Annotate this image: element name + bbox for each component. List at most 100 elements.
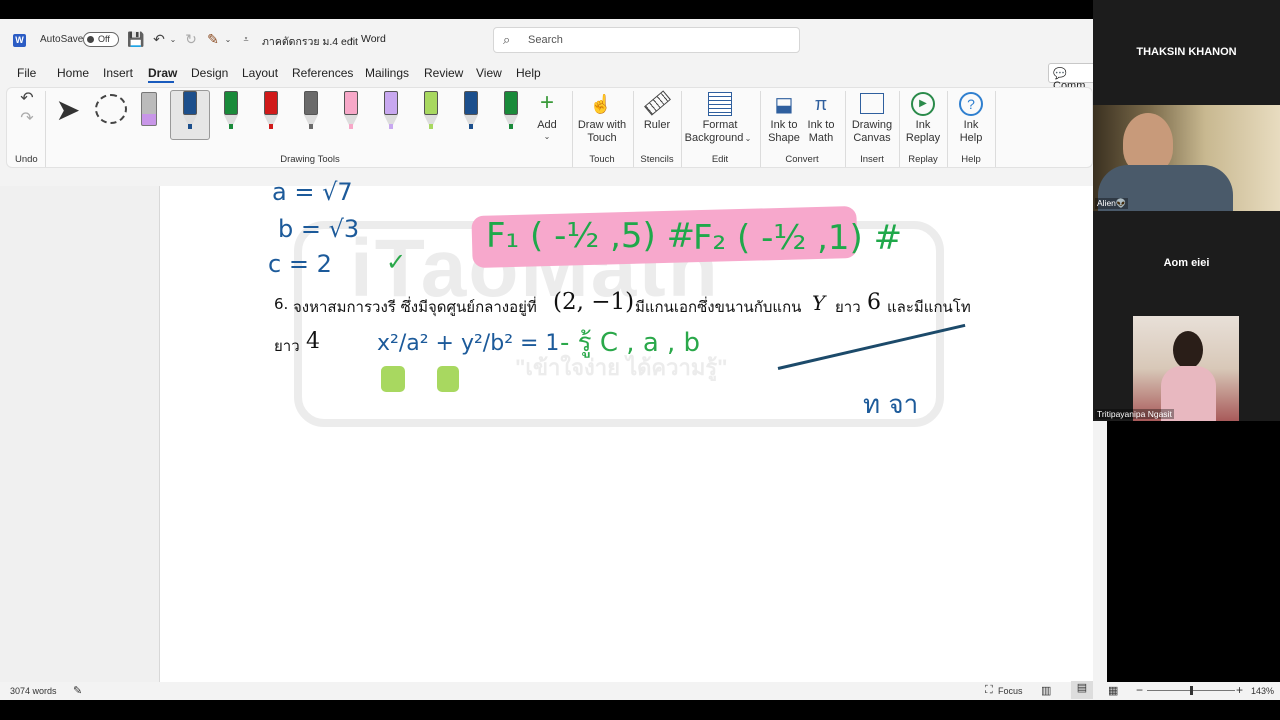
stencils-group-label: Stencils: [640, 154, 674, 165]
ink-to-shape-icon[interactable]: ⬓: [772, 92, 796, 116]
format-background-label-1[interactable]: Format: [690, 119, 750, 132]
drawing-canvas-label-1[interactable]: Drawing: [848, 119, 896, 132]
chevron-down-icon[interactable]: ⌄: [540, 131, 554, 141]
eraser-icon[interactable]: [141, 92, 157, 126]
pen-toolbar-icon[interactable]: ✎: [205, 31, 221, 47]
tab-review[interactable]: Review: [424, 66, 463, 80]
ribbon-separator: [760, 91, 761, 167]
ruler-label[interactable]: Ruler: [640, 119, 674, 132]
video-tile[interactable]: Alien👽: [1093, 105, 1280, 211]
tab-draw[interactable]: Draw: [148, 66, 177, 80]
print-layout-icon[interactable]: ▤: [1071, 681, 1093, 699]
pen-icon[interactable]: [379, 91, 403, 131]
tab-help[interactable]: Help: [516, 66, 541, 80]
drawing-canvas-icon[interactable]: [860, 93, 884, 114]
redo-icon[interactable]: ↻: [183, 31, 199, 47]
pen-icon[interactable]: [419, 91, 443, 131]
redo-icon[interactable]: ↷: [18, 109, 36, 127]
search-box[interactable]: ⌕ Search: [493, 27, 800, 53]
tab-insert[interactable]: Insert: [103, 66, 133, 80]
replay-group-label: Replay: [908, 154, 938, 165]
touch-group-label: Touch: [589, 154, 615, 165]
zoom-out-icon[interactable]: −: [1136, 683, 1143, 697]
customize-qat-icon[interactable]: ⩡: [240, 31, 252, 47]
tab-references[interactable]: References: [292, 66, 353, 80]
ink-to-shape-label-1[interactable]: Ink to: [767, 119, 801, 132]
draw-with-touch-label-1[interactable]: Draw with: [577, 119, 627, 132]
web-layout-icon[interactable]: ▦: [1108, 684, 1118, 697]
title-separator: -: [350, 33, 354, 45]
add-pen-icon[interactable]: +: [535, 89, 559, 117]
pen-icon[interactable]: [499, 91, 523, 131]
pen-icon[interactable]: [459, 91, 483, 131]
ink-replay-label-2[interactable]: Replay: [905, 132, 941, 145]
document-area[interactable]: iTaoMath "เข้าใจง่าย ได้ความรู้" a = √7 …: [0, 178, 1093, 700]
question-text-1: จงหาสมการวงรี ซึ่งมีจุดศูนย์กลางอยู่ที่: [293, 298, 537, 316]
ink-help-icon[interactable]: ?: [959, 92, 983, 116]
video-tile[interactable]: Tritipayanipa Ngasit: [1093, 316, 1280, 421]
word-count[interactable]: 3074 words: [10, 686, 57, 696]
tab-file[interactable]: File: [17, 66, 36, 80]
ribbon-separator: [947, 91, 948, 167]
autosave-label: AutoSave: [40, 34, 84, 45]
zoom-thumb[interactable]: [1190, 686, 1193, 695]
ribbon-separator: [633, 91, 634, 167]
read-mode-icon[interactable]: ▥: [1041, 684, 1051, 697]
format-background-icon[interactable]: [708, 92, 732, 116]
focus-icon[interactable]: ⛶: [985, 684, 993, 697]
video-gallery: THAKSIN KHANON Alien👽 Aom eiei Tritipaya…: [1093, 0, 1280, 421]
ink-line-a: a = √7: [272, 178, 353, 206]
video-tile[interactable]: Aom eiei: [1093, 211, 1280, 316]
undo-icon[interactable]: ↶: [18, 89, 36, 107]
participant-tag: Tritipayanipa Ngasit: [1095, 409, 1174, 419]
autosave-toggle[interactable]: Off: [83, 32, 119, 47]
dropdown-icon[interactable]: ⌄: [168, 32, 178, 46]
video-tile[interactable]: THAKSIN KHANON: [1093, 19, 1280, 105]
ink-to-math-label-2[interactable]: Math: [804, 132, 838, 145]
proofing-icon[interactable]: ✎: [73, 684, 82, 697]
tab-view[interactable]: View: [476, 66, 502, 80]
question-text-4: และมีแกนโท: [887, 298, 971, 316]
tab-mailings[interactable]: Mailings: [365, 66, 409, 80]
select-arrow-icon[interactable]: ➤: [55, 93, 81, 127]
ink-highlight-a: [381, 366, 405, 392]
format-background-label-2[interactable]: Background: [684, 132, 744, 145]
zoom-level[interactable]: 143%: [1251, 686, 1274, 696]
toggle-knob: [87, 36, 94, 43]
app-name: Word: [361, 33, 386, 45]
pen-icon[interactable]: [339, 91, 363, 131]
ink-to-math-icon[interactable]: π: [809, 92, 833, 116]
ink-replay-icon[interactable]: ▶: [911, 92, 935, 116]
tab-home[interactable]: Home: [57, 66, 89, 80]
title-bar: W AutoSave Off 💾 ↶ ⌄ ↻ ✎ ⌄ ⩡ ภาคตัดกรวย …: [0, 19, 1093, 59]
draw-with-touch-icon[interactable]: ☝: [590, 92, 612, 116]
save-icon[interactable]: 💾: [127, 31, 144, 47]
chevron-down-icon[interactable]: ⌄: [743, 132, 753, 144]
comments-button[interactable]: 💬Comm: [1048, 63, 1093, 92]
tab-layout[interactable]: Layout: [242, 66, 278, 80]
question-number: 6.: [274, 295, 289, 313]
question-text-5: ยาว: [274, 337, 300, 355]
pen-icon[interactable]: [259, 91, 283, 131]
ink-to-math-label-1[interactable]: Ink to: [804, 119, 838, 132]
scrollbar-track[interactable]: [1093, 421, 1107, 682]
undo-icon[interactable]: ↶: [151, 31, 167, 47]
pen-icon[interactable]: [299, 91, 323, 131]
drawing-canvas-label-2[interactable]: Canvas: [848, 132, 896, 145]
ink-help-label-1[interactable]: Ink: [953, 119, 989, 132]
focus-label[interactable]: Focus: [998, 686, 1023, 696]
pen-icon[interactable]: [219, 91, 243, 131]
ink-help-label-2[interactable]: Help: [953, 132, 989, 145]
lasso-select-icon[interactable]: [95, 94, 127, 124]
draw-with-touch-label-2[interactable]: Touch: [577, 132, 627, 145]
tab-design[interactable]: Design: [191, 66, 228, 80]
ink-to-shape-label-2[interactable]: Shape: [767, 132, 801, 145]
zoom-in-icon[interactable]: +: [1236, 683, 1243, 697]
document-page[interactable]: iTaoMath "เข้าใจง่าย ได้ความรู้" a = √7 …: [159, 178, 1093, 700]
ink-highlight-b: [437, 366, 459, 392]
pen-icon[interactable]: [178, 91, 202, 131]
ink-replay-label-1[interactable]: Ink: [905, 119, 941, 132]
dropdown-icon[interactable]: ⌄: [223, 32, 233, 46]
question-major: 6: [867, 290, 881, 315]
ribbon-separator: [572, 91, 573, 167]
